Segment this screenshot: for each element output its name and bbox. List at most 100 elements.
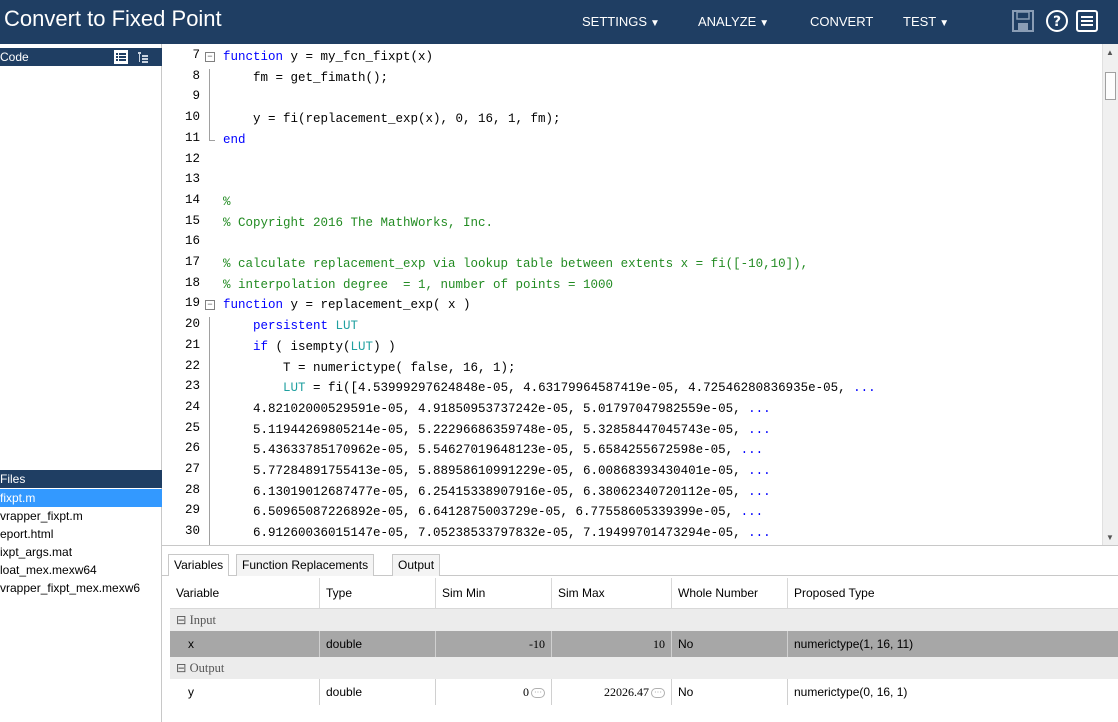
fold-guide [209, 379, 210, 401]
code-line: 22 T = numerictype( false, 16, 1); [162, 358, 1102, 380]
cell-whole-number-text: No [678, 685, 694, 699]
fold-toggle-icon[interactable]: − [205, 52, 215, 62]
code-line: 7− function y = my_fcn_fixpt(x) [162, 48, 1102, 68]
cell-whole-number-text: No [678, 637, 694, 651]
cell-proposed-type[interactable]: numerictype(0, 16, 1) [788, 679, 1118, 705]
menu-settings-label: SETTINGS [582, 14, 648, 29]
line-number: 9 [192, 89, 200, 104]
tab-function-replacements[interactable]: Function Replacements [236, 554, 375, 576]
line-number: 29 [184, 503, 200, 518]
code-panel-header: Code [0, 48, 162, 66]
line-number: 8 [192, 68, 200, 83]
list-view-icon[interactable] [114, 50, 128, 64]
more-options-icon[interactable]: ··· [531, 688, 545, 699]
code-line: 26 5.43633785170962e-05, 5.5462701964812… [162, 441, 1102, 463]
code-text: 6.91260036015147e-05, 7.05238533797832e-… [223, 526, 771, 541]
fold-guide [209, 482, 210, 504]
scroll-up-icon[interactable]: ▲ [1106, 48, 1114, 57]
line-number: 11 [184, 130, 200, 145]
line-number: 13 [184, 172, 200, 187]
fold-guide [209, 358, 210, 380]
code-text: T = numerictype( false, 16, 1); [223, 360, 516, 375]
cell-type-text: double [326, 637, 363, 651]
code-line: 8 fm = get_fimath(); [162, 68, 1102, 90]
line-number: 17 [184, 255, 200, 269]
code-line: 12 [162, 152, 1102, 172]
files-panel-header: Files [0, 470, 162, 488]
code-editor[interactable]: 7− function y = my_fcn_fixpt(x) 8 fm = get… [162, 44, 1118, 546]
table-group-output[interactable]: ⊟ Output [170, 657, 1118, 679]
bottom-tab-bar: Variables Function Replacements Output [162, 554, 1118, 576]
group-label: Output [189, 661, 225, 675]
cell-whole-number: No [672, 631, 788, 657]
code-line: 20 persistent LUT [162, 317, 1102, 339]
cell-sim-min-text: -10 [529, 637, 545, 651]
fold-end-marker [209, 130, 215, 141]
fold-toggle-icon[interactable]: − [205, 300, 215, 311]
help-icon[interactable]: ? [1045, 9, 1069, 33]
collapse-icon[interactable]: ⊟ [176, 661, 190, 675]
code-line: 21 if ( isempty(LUT) ) [162, 337, 1102, 359]
group-label: Input [189, 613, 216, 627]
column-header-type[interactable]: Type [320, 578, 436, 609]
cell-proposed-type[interactable]: numerictype(1, 16, 11) [788, 631, 1118, 657]
menu-convert[interactable]: CONVERT [810, 14, 873, 29]
code-text: 5.43633785170962e-05, 5.54627019648123e-… [223, 443, 764, 458]
tree-view-icon[interactable] [136, 50, 150, 64]
scroll-down-icon[interactable]: ▼ [1106, 533, 1114, 542]
fold-guide [209, 524, 210, 545]
fold-guide [209, 337, 210, 359]
menu-test-label: TEST [903, 14, 937, 29]
fold-guide [209, 399, 210, 421]
menu-settings[interactable]: SETTINGS ▼ [582, 14, 660, 29]
column-header-proposed-type[interactable]: Proposed Type [788, 578, 1118, 609]
line-number: 18 [184, 275, 200, 290]
code-text: fm = get_fimath(); [223, 70, 389, 85]
code-line: 11 end [162, 130, 1102, 151]
line-number: 23 [184, 379, 200, 394]
code-text: % calculate replacement_exp via lookup t… [223, 257, 809, 271]
file-item[interactable]: vrapper_fixpt_mex.mexw6 [0, 579, 162, 597]
code-text: LUT = fi([4.53999297624848e-05, 4.631799… [283, 381, 876, 396]
chevron-down-icon: ▼ [650, 18, 660, 29]
column-header-sim-max[interactable]: Sim Max [552, 578, 672, 609]
menu-icon[interactable] [1075, 9, 1099, 33]
code-line: 23 LUT = fi([4.53999297624848e-05, 4.631… [162, 379, 1102, 401]
menu-analyze-label: ANALYZE [698, 14, 757, 29]
chevron-down-icon: ▼ [759, 18, 770, 29]
column-header-whole-number[interactable]: Whole Number [672, 578, 788, 609]
save-icon[interactable] [1011, 9, 1035, 33]
cell-type: double [320, 679, 436, 705]
fold-guide [209, 420, 210, 442]
fold-guide [209, 462, 210, 483]
column-header-sim-min[interactable]: Sim Min [436, 578, 552, 609]
cell-sim-min-text: 0 [523, 685, 529, 699]
menu-test[interactable]: TEST ▼ [903, 14, 949, 29]
line-number: 14 [184, 192, 200, 207]
app-title: Convert to Fixed Point [4, 6, 222, 31]
tab-output[interactable]: Output [392, 554, 441, 576]
cell-sim-min: -10 [436, 631, 552, 657]
code-text: function y = my_fcn_fixpt(x) [223, 50, 434, 64]
file-item[interactable]: fixpt.m [0, 489, 162, 507]
table-row[interactable]: y double 0 ··· 22026.47 ··· No numerictype(0, 1… [170, 679, 1118, 705]
vertical-scrollbar[interactable]: ▲ ▼ [1102, 44, 1118, 545]
file-item[interactable]: vrapper_fixpt.m [0, 507, 162, 525]
code-line: 24 4.82102000529591e-05, 4.9185095373724… [162, 399, 1102, 421]
scroll-thumb[interactable] [1105, 72, 1116, 100]
code-line: 28 6.13019012687477e-05, 6.2541533890791… [162, 482, 1102, 504]
table-group-input[interactable]: ⊟ Input [170, 609, 1118, 631]
fold-guide [209, 89, 210, 111]
more-options-icon[interactable]: ··· [651, 688, 665, 699]
code-text: end [223, 132, 246, 147]
file-item[interactable]: eport.html [0, 525, 162, 543]
menu-analyze[interactable]: ANALYZE ▼ [698, 14, 769, 29]
file-item[interactable]: loat_mex.mexw64 [0, 561, 162, 579]
collapse-icon[interactable]: ⊟ [176, 613, 190, 627]
column-header-variable[interactable]: Variable [170, 578, 320, 609]
table-row[interactable]: x double -10 10 No numerictype(1, 16, 11) [170, 631, 1118, 657]
table-header: Variable Type Sim Min Sim Max Whole Numb… [170, 578, 1118, 609]
file-item[interactable]: ixpt_args.mat [0, 543, 162, 561]
title-bar: Convert to Fixed Point SETTINGS ▼ ANALYZE… [0, 0, 1118, 44]
tab-variables[interactable]: Variables [168, 554, 230, 576]
